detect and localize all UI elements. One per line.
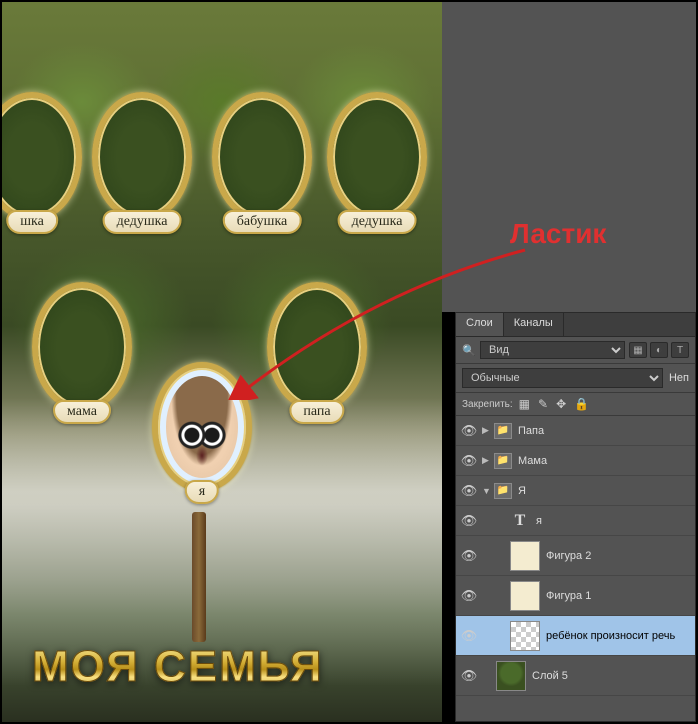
layer-name: Я <box>518 485 695 497</box>
disclosure-icon[interactable]: ▶ <box>482 425 494 436</box>
lock-label: Закрепить: <box>462 399 513 410</box>
tree-trunk <box>192 512 206 642</box>
document-title: МОЯ СЕМЬЯ <box>32 642 324 692</box>
filter-pills: ▦ ◐ T <box>629 342 689 358</box>
annotation-label: Ластик <box>510 218 606 250</box>
portrait-frame-me[interactable]: я <box>152 362 252 492</box>
layer-name: Мама <box>518 455 695 467</box>
layer-name: Фигура 1 <box>546 590 695 602</box>
folder-icon: 📁 <box>494 423 512 439</box>
portrait-frame-mom[interactable]: мама <box>32 282 132 412</box>
disclosure-icon[interactable]: ▶ <box>482 455 494 466</box>
workspace-gray-area <box>442 2 696 312</box>
search-icon: 🔍 <box>462 344 476 357</box>
frame-label-grandpa2: дедушка <box>338 210 417 234</box>
layer-name: Фигура 2 <box>546 550 695 562</box>
visibility-toggle-icon[interactable]: 👁 <box>456 628 482 644</box>
portrait-frame-grandma2[interactable]: бабушка <box>212 92 312 222</box>
layer-thumbnail <box>510 541 540 571</box>
portrait-frame-grandpa1[interactable]: дедушка <box>92 92 192 222</box>
visibility-toggle-icon[interactable]: 👁 <box>456 453 482 469</box>
filter-select[interactable]: Вид <box>480 341 625 359</box>
layer-row[interactable]: 👁▼📁 Я <box>456 476 695 506</box>
layer-name: Слой 5 <box>532 670 695 682</box>
frame-label-dad: папа <box>289 400 344 424</box>
panel-tabs: Слои Каналы <box>456 313 695 337</box>
filter-adjust-icon[interactable]: ◐ <box>650 342 668 358</box>
layer-thumbnail <box>510 581 540 611</box>
portrait-frame-grandpa2[interactable]: дедушка <box>327 92 427 222</box>
layer-thumbnail <box>496 661 526 691</box>
visibility-toggle-icon[interactable]: 👁 <box>456 423 482 439</box>
layer-row[interactable]: 👁 ребёнок произносит речь <box>456 616 695 656</box>
lock-pixels-icon[interactable]: ▦ <box>519 397 530 411</box>
layer-row[interactable]: 👁 Tя <box>456 506 695 536</box>
lock-position-icon[interactable]: ✥ <box>556 397 566 411</box>
folder-icon: 📁 <box>494 453 512 469</box>
filter-type-icon[interactable]: T <box>671 342 689 358</box>
visibility-toggle-icon[interactable]: 👁 <box>456 483 482 499</box>
tab-channels[interactable]: Каналы <box>504 313 564 336</box>
visibility-toggle-icon[interactable]: 👁 <box>456 513 482 529</box>
lock-all-icon[interactable]: 🔒 <box>574 397 589 411</box>
layer-thumbnail <box>510 621 540 651</box>
layer-name: ребёнок произносит речь <box>546 630 695 642</box>
layer-name: Папа <box>518 425 695 437</box>
folder-icon: 📁 <box>494 483 512 499</box>
disclosure-icon[interactable]: ▼ <box>482 486 494 496</box>
layer-row[interactable]: 👁 Фигура 2 <box>456 536 695 576</box>
lock-brush-icon[interactable]: ✎ <box>538 397 548 411</box>
frame-label-grandma2: бабушка <box>223 210 302 234</box>
frame-label-grandma1: шка <box>6 210 58 234</box>
layer-row[interactable]: 👁 Фигура 1 <box>456 576 695 616</box>
visibility-toggle-icon[interactable]: 👁 <box>456 588 482 604</box>
tab-layers[interactable]: Слои <box>456 313 504 336</box>
blend-mode-select[interactable]: Обычные <box>462 368 663 388</box>
filter-pixel-icon[interactable]: ▦ <box>629 342 647 358</box>
portrait-frame-dad[interactable]: папа <box>267 282 367 412</box>
layer-row[interactable]: 👁▶📁 Папа <box>456 416 695 446</box>
visibility-toggle-icon[interactable]: 👁 <box>456 668 482 684</box>
layers-panel: Слои Каналы 🔍 Вид ▦ ◐ T Обычные Неп Закр… <box>455 312 696 722</box>
layer-row[interactable]: 👁 Слой 5 <box>456 656 695 696</box>
layer-row[interactable]: 👁▶📁 Мама <box>456 446 695 476</box>
visibility-toggle-icon[interactable]: 👁 <box>456 548 482 564</box>
frame-label-me: я <box>185 480 219 504</box>
layers-list: 👁▶📁Папа👁▶📁Мама👁▼📁Я👁Tя👁Фигура 2👁Фигура 1👁… <box>456 416 695 721</box>
layer-name: я <box>536 515 695 527</box>
frame-label-grandpa1: дедушка <box>103 210 182 234</box>
opacity-label: Неп <box>669 372 689 384</box>
text-layer-icon: T <box>510 512 530 530</box>
child-face <box>166 376 238 478</box>
frame-label-mom: мама <box>53 400 111 424</box>
canvas[interactable]: шкадедушкабабушкадедушкамамапапая МОЯ СЕ… <box>2 2 442 722</box>
